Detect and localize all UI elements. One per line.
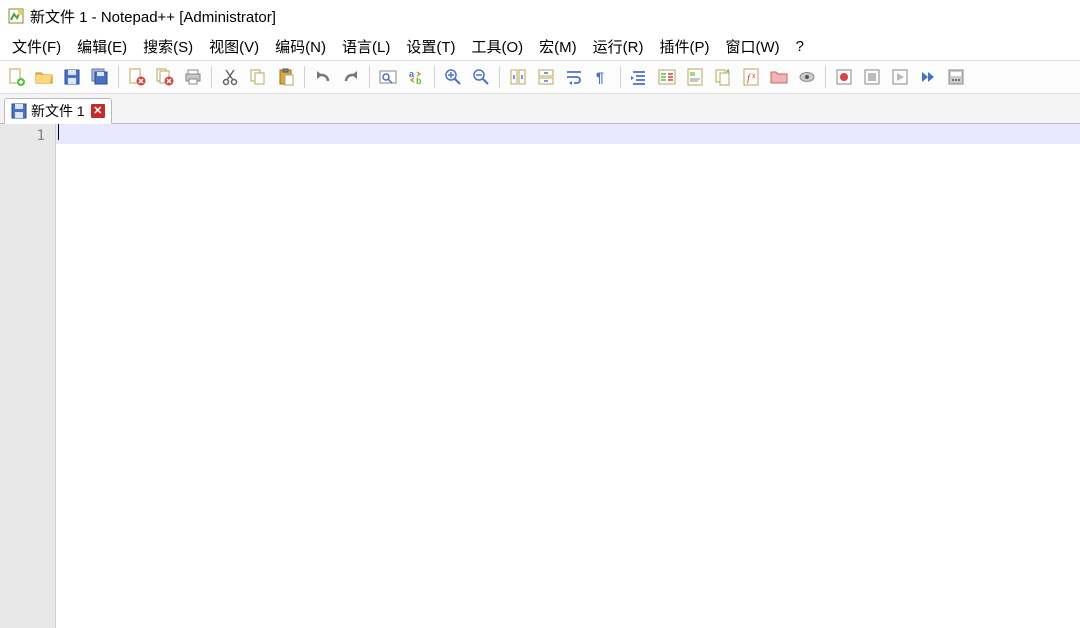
toolbar-userlang-icon[interactable] — [653, 63, 681, 91]
tab-close-icon[interactable]: ✕ — [91, 104, 105, 118]
tab-save-icon — [11, 103, 27, 119]
tab-label: 新文件 1 — [31, 101, 85, 121]
menu-view[interactable]: 视图(V) — [203, 34, 265, 59]
toolbar-separator — [620, 66, 621, 88]
toolbar-docmap-icon[interactable] — [681, 63, 709, 91]
menu-file[interactable]: 文件(F) — [6, 34, 67, 59]
toolbar-savemacro-icon[interactable] — [942, 63, 970, 91]
toolbar-folder-icon[interactable] — [765, 63, 793, 91]
toolbar-save-icon[interactable] — [58, 63, 86, 91]
toolbar-wordwrap-icon[interactable] — [560, 63, 588, 91]
toolbar: ab ¶ fx — [0, 60, 1080, 94]
menu-window[interactable]: 窗口(W) — [719, 34, 785, 59]
toolbar-separator — [369, 66, 370, 88]
toolbar-sync-v-icon[interactable] — [504, 63, 532, 91]
svg-text:x: x — [752, 73, 756, 80]
line-number: 1 — [0, 126, 45, 146]
toolbar-sync-h-icon[interactable] — [532, 63, 560, 91]
toolbar-replace-icon[interactable]: ab — [402, 63, 430, 91]
svg-text:¶: ¶ — [596, 69, 604, 85]
caret — [58, 124, 59, 140]
toolbar-close-icon[interactable] — [123, 63, 151, 91]
menu-settings[interactable]: 设置(T) — [400, 34, 461, 59]
toolbar-record-icon[interactable] — [830, 63, 858, 91]
toolbar-copy-icon[interactable] — [244, 63, 272, 91]
toolbar-cut-icon[interactable] — [216, 63, 244, 91]
menubar: 文件(F) 编辑(E) 搜索(S) 视图(V) 编码(N) 语言(L) 设置(T… — [0, 32, 1080, 60]
toolbar-monitoring-icon[interactable] — [793, 63, 821, 91]
toolbar-open-icon[interactable] — [30, 63, 58, 91]
editor: 1 — [0, 124, 1080, 628]
toolbar-separator — [434, 66, 435, 88]
toolbar-play-icon[interactable] — [886, 63, 914, 91]
menu-macro[interactable]: 宏(M) — [533, 34, 583, 59]
line-number-gutter: 1 — [0, 124, 56, 628]
text-area[interactable] — [56, 124, 1080, 628]
menu-run[interactable]: 运行(R) — [587, 34, 650, 59]
toolbar-separator — [211, 66, 212, 88]
toolbar-funclist-icon[interactable]: fx — [737, 63, 765, 91]
menu-language[interactable]: 语言(L) — [336, 34, 396, 59]
app-icon — [8, 8, 24, 24]
toolbar-stop-icon[interactable] — [858, 63, 886, 91]
toolbar-separator — [499, 66, 500, 88]
toolbar-redo-icon[interactable] — [337, 63, 365, 91]
menu-plugins[interactable]: 插件(P) — [653, 34, 715, 59]
window-title: 新文件 1 - Notepad++ [Administrator] — [30, 6, 276, 27]
toolbar-print-icon[interactable] — [179, 63, 207, 91]
toolbar-showchars-icon[interactable]: ¶ — [588, 63, 616, 91]
toolbar-indent-icon[interactable] — [625, 63, 653, 91]
menu-tools[interactable]: 工具(O) — [465, 34, 529, 59]
titlebar: 新文件 1 - Notepad++ [Administrator] — [0, 0, 1080, 32]
toolbar-undo-icon[interactable] — [309, 63, 337, 91]
toolbar-saveall-icon[interactable] — [86, 63, 114, 91]
toolbar-zoomin-icon[interactable] — [439, 63, 467, 91]
toolbar-paste-icon[interactable] — [272, 63, 300, 91]
toolbar-docswitch-icon[interactable] — [709, 63, 737, 91]
document-tab[interactable]: 新文件 1 ✕ — [4, 98, 112, 124]
svg-text:b: b — [416, 76, 422, 86]
toolbar-separator — [825, 66, 826, 88]
toolbar-zoomout-icon[interactable] — [467, 63, 495, 91]
toolbar-new-icon[interactable] — [2, 63, 30, 91]
menu-edit[interactable]: 编辑(E) — [71, 34, 133, 59]
menu-encoding[interactable]: 编码(N) — [269, 34, 332, 59]
menu-search[interactable]: 搜索(S) — [137, 34, 199, 59]
current-line-highlight — [56, 124, 1080, 144]
toolbar-playmulti-icon[interactable] — [914, 63, 942, 91]
svg-text:a: a — [409, 69, 415, 79]
menu-help[interactable]: ? — [790, 36, 810, 57]
toolbar-closeall-icon[interactable] — [151, 63, 179, 91]
toolbar-find-icon[interactable] — [374, 63, 402, 91]
tabbar: 新文件 1 ✕ — [0, 94, 1080, 124]
toolbar-separator — [118, 66, 119, 88]
toolbar-separator — [304, 66, 305, 88]
